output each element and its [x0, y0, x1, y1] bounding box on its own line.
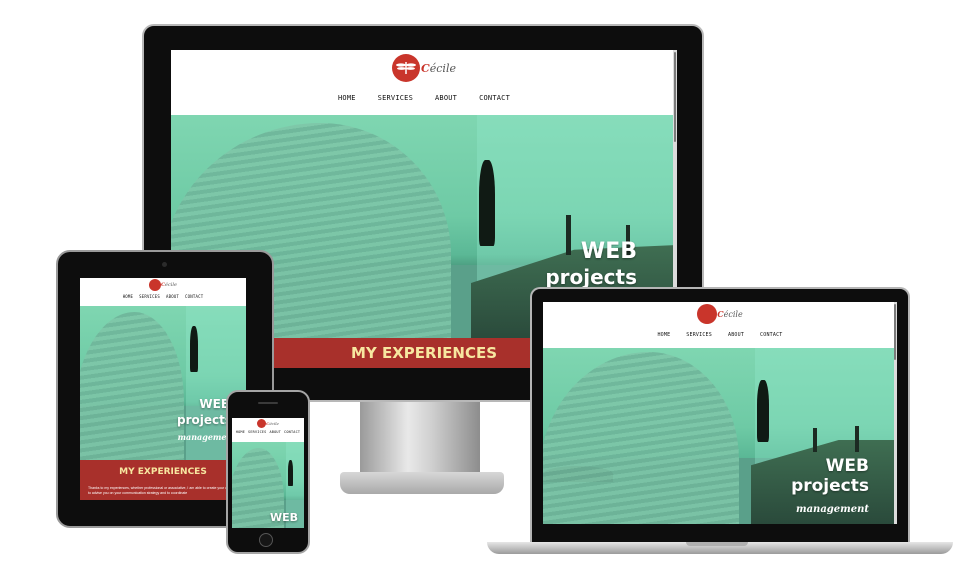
nav-contact[interactable]: CONTACT	[479, 94, 510, 102]
hero-post	[813, 428, 817, 452]
hero-word-management: management	[796, 504, 869, 515]
nav-about[interactable]: ABOUT	[270, 430, 282, 434]
hero-figure	[288, 460, 293, 486]
hero-word-web: WEB	[269, 511, 298, 524]
phone-speaker	[258, 402, 278, 404]
hero-post	[566, 215, 571, 255]
nav-home[interactable]: HOME	[338, 94, 356, 102]
laptop-screen: Cécile HOME SERVICES ABOUT CONTACT WEB p…	[543, 302, 897, 524]
dragonfly-logo-icon	[697, 304, 718, 324]
logo-text: Cécile	[161, 282, 177, 288]
dragonfly-logo-icon	[257, 419, 267, 428]
section-title: MY EXPERIENCES	[119, 467, 207, 477]
site-header: Cécile HOME SERVICES ABOUT CONTACT	[232, 418, 304, 442]
site-logo[interactable]: Cécile	[697, 304, 743, 324]
nav-services[interactable]: SERVICES	[248, 430, 266, 434]
dragonfly-logo-icon	[392, 54, 420, 82]
hero-figure	[479, 160, 495, 246]
section-band: MY EXPERIENCES	[80, 460, 246, 484]
site-header: Cécile HOME SERVICES ABOUT CONTACT	[80, 278, 246, 306]
responsive-mockup: Cécile HOME SERVICES ABOUT CONTACT WEB p	[0, 0, 974, 582]
logo-text: Cécile	[717, 309, 743, 319]
monitor-stand-neck	[360, 400, 480, 480]
nav-about[interactable]: ABOUT	[728, 332, 744, 338]
hero-word-web: WEB	[580, 239, 637, 264]
main-nav: HOME SERVICES ABOUT CONTACT	[236, 430, 300, 434]
site-logo[interactable]: Cécile	[257, 419, 279, 428]
logo-text: Cécile	[266, 421, 279, 426]
nav-home[interactable]: HOME	[657, 332, 670, 338]
nav-contact[interactable]: CONTACT	[284, 430, 300, 434]
hero-word-projects: projects	[545, 265, 637, 289]
laptop-notch	[686, 542, 748, 546]
nav-contact[interactable]: CONTACT	[185, 294, 203, 299]
hero-dome	[80, 312, 184, 460]
main-nav: HOME SERVICES ABOUT CONTACT	[338, 94, 510, 102]
main-nav: HOME SERVICES ABOUT CONTACT	[123, 294, 204, 299]
hero-image: WEB projects management	[80, 306, 246, 460]
logo-text: Cécile	[421, 61, 456, 75]
intro-text: Thanks to my experiences, whether profes…	[80, 484, 246, 500]
dragonfly-logo-icon	[149, 279, 162, 291]
site-header: Cécile HOME SERVICES ABOUT CONTACT	[171, 50, 677, 115]
hero-image: WEB projects management	[543, 348, 897, 524]
camera-icon	[162, 262, 167, 267]
hero-image: WEB	[232, 442, 304, 528]
site-logo[interactable]: Cécile	[149, 279, 177, 291]
monitor-scroll-thumb[interactable]	[674, 52, 676, 142]
tablet-screen: Cécile HOME SERVICES ABOUT CONTACT WEB p…	[80, 278, 246, 500]
laptop-scroll-thumb[interactable]	[894, 304, 896, 360]
nav-services[interactable]: SERVICES	[139, 294, 160, 299]
nav-home[interactable]: HOME	[123, 294, 133, 299]
site-header: Cécile HOME SERVICES ABOUT CONTACT	[543, 302, 897, 348]
hero-post	[855, 426, 859, 452]
phone-screen: Cécile HOME SERVICES ABOUT CONTACT WEB	[232, 418, 304, 528]
nav-contact[interactable]: CONTACT	[760, 332, 782, 338]
hero-dome	[543, 352, 739, 524]
nav-services[interactable]: SERVICES	[686, 332, 712, 338]
monitor-stand-base	[340, 472, 504, 494]
section-title: MY EXPERIENCES	[350, 344, 498, 362]
hero-word-web: WEB	[825, 456, 869, 476]
main-nav: HOME SERVICES ABOUT CONTACT	[657, 332, 782, 338]
nav-home[interactable]: HOME	[236, 430, 245, 434]
nav-services[interactable]: SERVICES	[378, 94, 413, 102]
hero-figure	[190, 326, 198, 372]
nav-about[interactable]: ABOUT	[435, 94, 457, 102]
hero-word-projects: projects	[791, 476, 869, 496]
home-button-icon[interactable]	[259, 533, 273, 547]
nav-about[interactable]: ABOUT	[166, 294, 179, 299]
hero-figure	[757, 380, 769, 442]
hero-word-projects: projects	[177, 413, 232, 427]
site-logo[interactable]: Cécile	[392, 54, 456, 82]
